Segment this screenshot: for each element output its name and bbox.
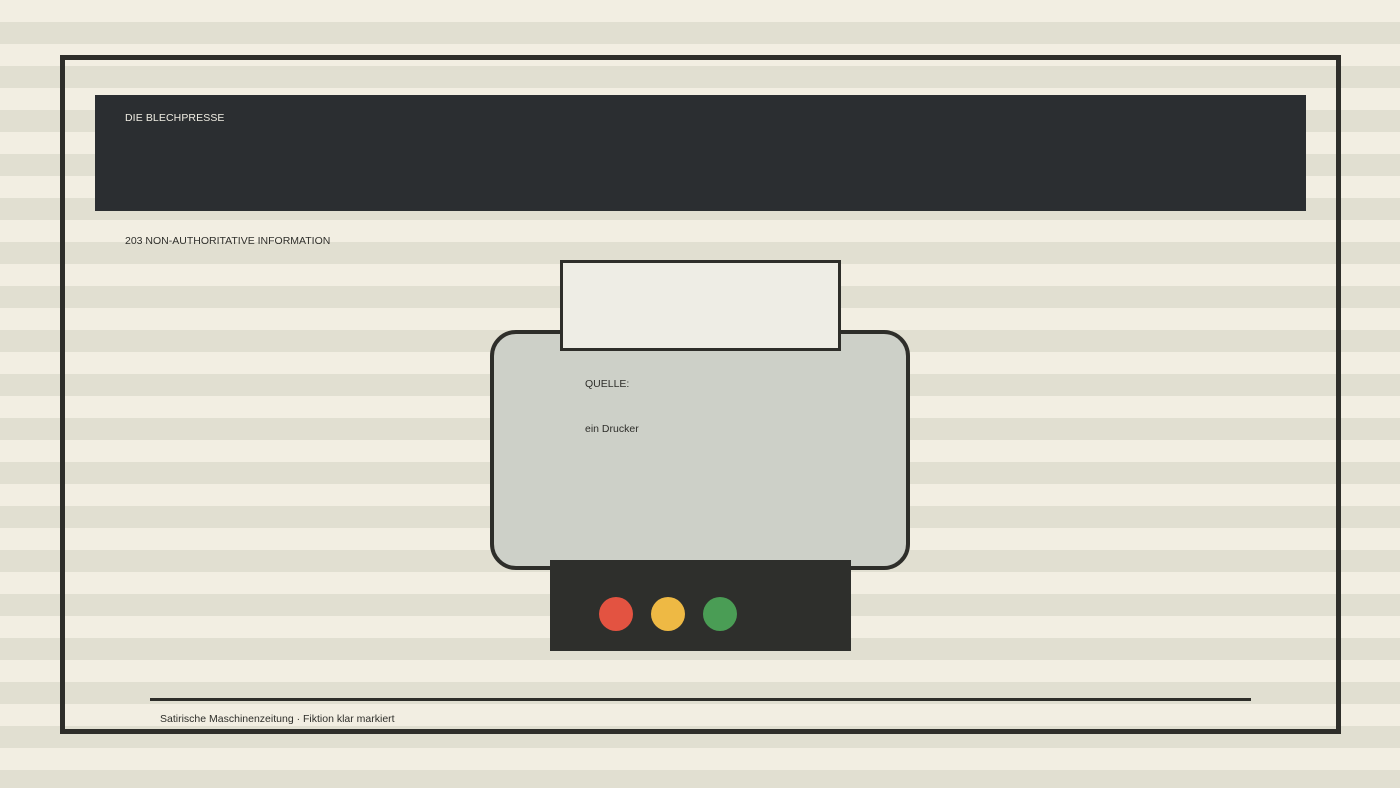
red-indicator-light-icon bbox=[599, 597, 633, 631]
masthead-title: DIE BLECHPRESSE bbox=[125, 112, 225, 124]
source-label: QUELLE: bbox=[585, 378, 630, 390]
masthead: DIE BLECHPRESSE bbox=[95, 95, 1306, 211]
yellow-indicator-light-icon bbox=[651, 597, 685, 631]
printer-paper-sheet bbox=[560, 260, 841, 351]
printer-body-illustration bbox=[490, 330, 910, 570]
footer-divider bbox=[150, 698, 1251, 701]
printer-control-panel bbox=[550, 560, 851, 651]
footer-disclaimer: Satirische Maschinenzeitung · Fiktion kl… bbox=[160, 713, 395, 725]
source-value: ein Drucker bbox=[585, 423, 639, 435]
status-message: 203 NON-AUTHORITATIVE INFORMATION bbox=[125, 235, 331, 247]
green-indicator-light-icon bbox=[703, 597, 737, 631]
